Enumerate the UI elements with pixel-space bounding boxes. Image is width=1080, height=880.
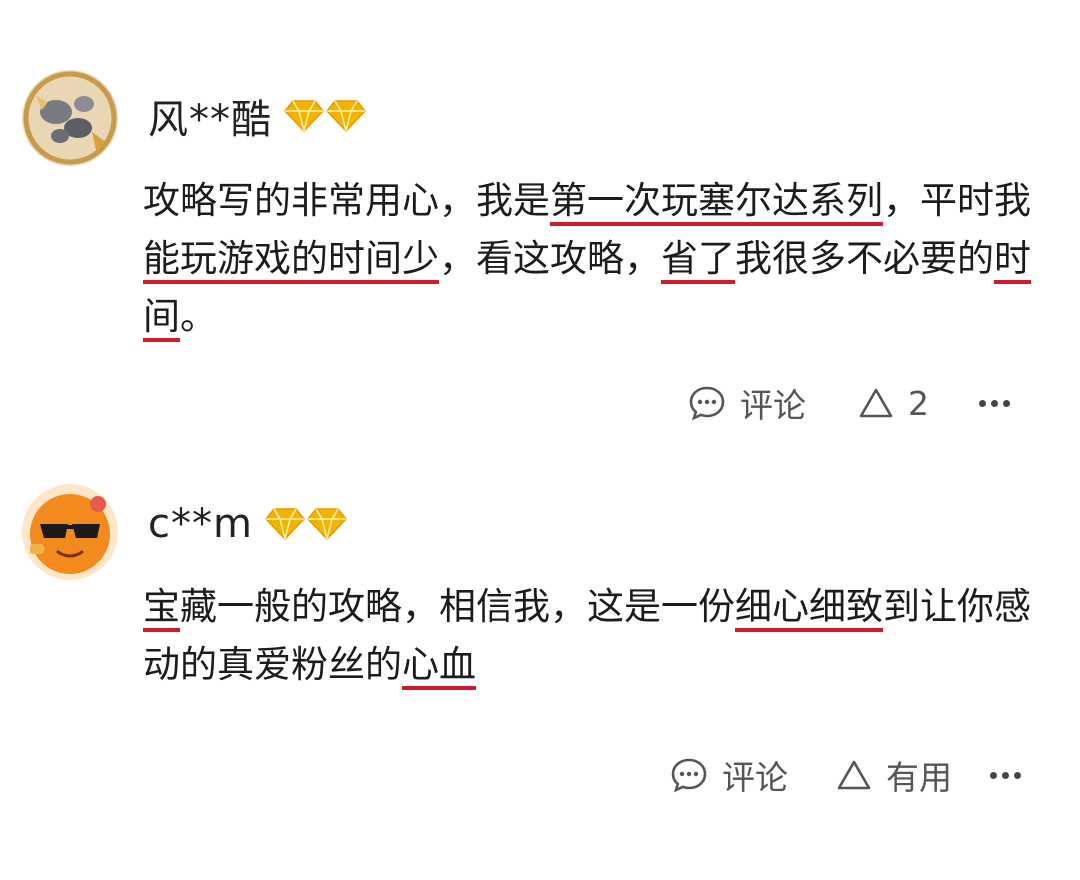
text-segment: 我很多不必要的 bbox=[735, 237, 994, 280]
triangle-up-icon bbox=[837, 760, 871, 790]
text-segment: 藏一般的攻略，相信我，这是一份 bbox=[180, 585, 735, 628]
comment-label: 评论 bbox=[722, 758, 788, 797]
highlighted-text: 心血 bbox=[402, 643, 476, 686]
highlighted-text: 细心细致 bbox=[735, 585, 883, 628]
diamond-icon bbox=[306, 507, 347, 541]
action-bar: 评论 2 bbox=[688, 378, 1010, 428]
text-segment: ，平时我 bbox=[883, 179, 1031, 222]
diamond-icon bbox=[284, 99, 324, 133]
username[interactable]: c**m bbox=[148, 501, 253, 547]
highlighted-text: 第一次玩塞尔达系列 bbox=[550, 179, 883, 222]
stones-avatar-icon bbox=[22, 70, 118, 166]
highlighted-text: 省了 bbox=[661, 237, 735, 280]
highlighted-text: 能玩游戏的时间少 bbox=[143, 237, 439, 280]
useful-button[interactable]: 有用 bbox=[836, 751, 952, 799]
avatar[interactable] bbox=[22, 70, 118, 166]
comment-label: 评论 bbox=[740, 386, 806, 425]
avatar[interactable] bbox=[22, 484, 118, 580]
text-segment: 。 bbox=[180, 295, 217, 338]
more-icon[interactable] bbox=[990, 762, 1021, 789]
comment-text: 宝藏一般的攻略，相信我，这是一份细心细致到让你感动的真爱粉丝的心血 bbox=[143, 578, 1043, 694]
diamond-icon bbox=[264, 507, 305, 541]
like-button[interactable]: 2 bbox=[858, 384, 929, 423]
diamond-icon bbox=[326, 99, 366, 133]
triangle-up-icon bbox=[859, 388, 893, 418]
comment-bubble-icon bbox=[689, 386, 725, 421]
username[interactable]: 风**酷 bbox=[148, 87, 272, 145]
like-count: 2 bbox=[908, 383, 929, 423]
username-row: 风**酷 bbox=[148, 86, 366, 146]
comment-text: 攻略写的非常用心，我是第一次玩塞尔达系列，平时我能玩游戏的时间少，看这攻略，省了… bbox=[143, 172, 1043, 346]
comment-button[interactable]: 评论 bbox=[688, 379, 806, 427]
comment-button[interactable]: 评论 bbox=[670, 751, 788, 799]
username-row: c**m bbox=[148, 494, 347, 554]
comment-bubble-icon bbox=[671, 758, 707, 793]
useful-label: 有用 bbox=[886, 758, 952, 797]
action-bar: 评论 有用 bbox=[670, 750, 1021, 800]
highlighted-text: 宝 bbox=[143, 585, 180, 628]
text-segment: ，看这攻略， bbox=[439, 237, 661, 280]
badges bbox=[284, 99, 366, 133]
badges bbox=[264, 507, 347, 541]
sunglasses-avatar-icon bbox=[22, 484, 118, 580]
more-icon[interactable] bbox=[979, 390, 1010, 417]
text-segment: 攻略写的非常用心，我是 bbox=[143, 179, 550, 222]
